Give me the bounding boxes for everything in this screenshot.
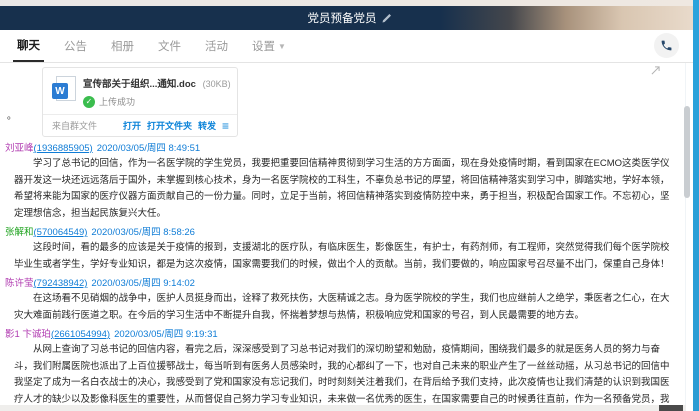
file-size: (30KB) [203,79,231,89]
message: 影1 卞诚珀(2661054994)2020/03/05/周四 9:19:31 … [5,329,686,411]
message-time: 2020/03/05/周四 8:49:51 [97,143,201,154]
chat-window: 党员预备党员 聊天 公告 相册 文件 活动 设置 ▼ 。 [0,0,699,411]
more-actions-icon[interactable]: ≡ [222,122,229,130]
sender-uin-link[interactable]: (1936885905) [34,143,93,154]
chevron-down-icon: ▼ [278,42,286,51]
sender-name: 刘亚峰 [5,143,34,154]
tab-settings[interactable]: 设置 ▼ [248,30,290,62]
sender-name: 张解和 [5,227,34,238]
scrollbar-thumb[interactable] [684,106,690,198]
tab-album[interactable]: 相册 [107,30,138,62]
tab-files[interactable]: 文件 [154,30,185,62]
message-text: 学习了总书记的回信，作为一名医学院的学生党员，我要把重要回信精神贯彻到学习生活的… [14,156,670,222]
sender-uin-link[interactable]: (792438942) [34,278,88,289]
sender-uin-link[interactable]: (570064549) [34,227,88,238]
tab-announcement[interactable]: 公告 [60,30,91,62]
tab-bar: 聊天 公告 相册 文件 活动 设置 ▼ [0,30,699,63]
open-folder-button[interactable]: 打开文件夹 [147,119,192,132]
window-edge-strip [693,0,699,411]
tab-activities[interactable]: 活动 [201,30,232,62]
open-file-button[interactable]: 打开 [123,119,141,132]
tab-chat[interactable]: 聊天 [13,30,44,62]
message-time: 2020/03/05/周四 9:19:31 [114,329,218,340]
message-text: 从网上查询了习总书记的回信内容，看完之后，深深感受到了习总书记对我们的深切盼望和… [14,342,670,411]
message-list: 刘亚峰(1936885905) 2020/03/05/周四 8:49:51 学习了… [5,143,686,411]
sender-uin-link[interactable]: (2661054994) [51,329,110,340]
message: 陈许莹(792438942)2020/03/05/周四 9:14:02 在这场看… [5,278,686,324]
sender-name: 陈许莹 [5,278,34,289]
upload-status: 上传成功 [99,95,135,108]
message-time: 2020/03/05/周四 9:14:02 [91,278,195,289]
chat-message-area: 。 W 宣传部关于组织...通知.doc (30KB) ✓ 上传成功 [0,63,686,411]
forward-button[interactable]: 转发 [198,119,216,132]
pop-out-icon[interactable] [651,66,660,75]
file-name[interactable]: 宣传部关于组织...通知.doc [83,79,196,90]
title-bar: 党员预备党员 [0,6,699,30]
file-card-top: W 宣传部关于组织...通知.doc (30KB) ✓ 上传成功 [43,68,237,114]
truncated-text-fragment: 。 [7,108,17,122]
message-text: 这段时间，看的最多的应该是关于疫情的报到，支援湖北的医疗队，有临床医生，影像医生… [14,240,670,273]
message-text: 在这场看不见硝烟的战争中，医护人员挺身而出，诠释了救死扶伤，大医精诚之志。身为医… [14,291,670,324]
message: 刘亚峰(1936885905) 2020/03/05/周四 8:49:51 学习了… [5,143,686,222]
file-card-footer: 来自群文件 打开 打开文件夹 转发 ≡ [43,114,237,136]
phone-icon [660,39,673,52]
bottom-corner-fragment [659,405,683,411]
file-source-label: 来自群文件 [52,119,97,132]
message-time: 2020/03/05/周四 8:58:26 [91,227,195,238]
word-doc-icon: W [52,76,75,103]
file-upload-card: W 宣传部关于组织...通知.doc (30KB) ✓ 上传成功 来自群文件 打 [42,67,238,137]
group-title: 党员预备党员 [308,10,377,26]
success-check-icon: ✓ [83,96,95,108]
edit-title-icon[interactable] [382,13,392,23]
sender-name: 影1 卞诚珀 [5,329,51,340]
message: 张解和(570064549)2020/03/05/周四 8:58:26 这段时间… [5,227,686,273]
voice-call-button[interactable] [654,33,679,58]
bottom-edge-band [0,405,686,411]
